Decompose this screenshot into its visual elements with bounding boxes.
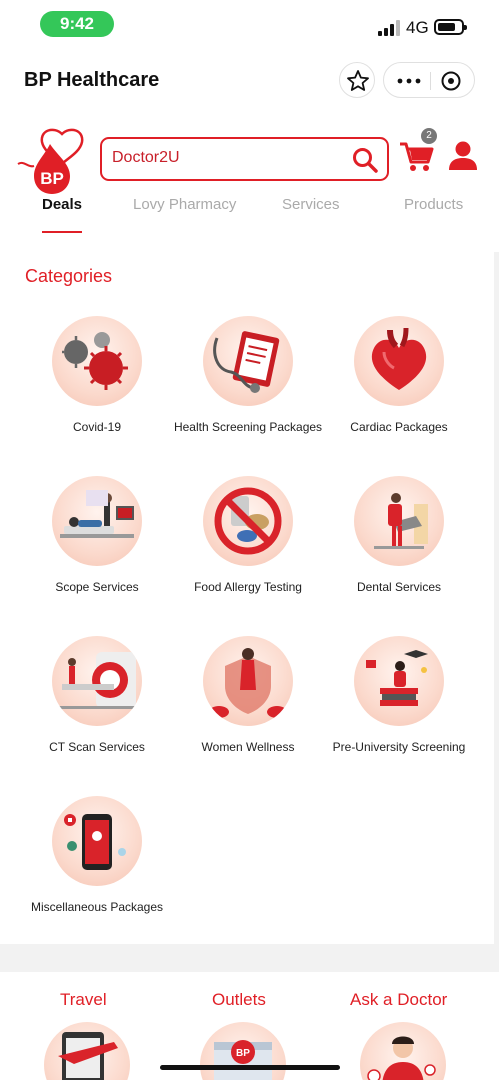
category-label: Miscellaneous Packages bbox=[30, 900, 164, 914]
battery-icon bbox=[434, 19, 467, 35]
cart-badge: 2 bbox=[421, 128, 437, 144]
app-header: BP Healthcare bbox=[0, 48, 499, 112]
category-health-screening[interactable]: Health Screening Packages bbox=[173, 316, 323, 434]
category-covid-19[interactable]: Covid-19 bbox=[22, 316, 172, 434]
category-label: Cardiac Packages bbox=[350, 420, 448, 434]
virus-icon bbox=[52, 316, 142, 406]
star-icon bbox=[347, 70, 369, 91]
more-icon[interactable] bbox=[396, 73, 422, 89]
bp-logo: BP bbox=[17, 128, 84, 194]
bp-building-icon[interactable]: BP bbox=[200, 1022, 286, 1080]
tab-deals[interactable]: Deals bbox=[42, 196, 82, 213]
category-label: Food Allergy Testing bbox=[194, 580, 302, 594]
category-pre-university[interactable]: Pre-University Screening bbox=[324, 636, 474, 754]
ask-a-doctor-link[interactable]: Ask a Doctor bbox=[350, 990, 447, 1010]
active-tab-indicator bbox=[42, 231, 82, 233]
network-type: 4G bbox=[406, 18, 429, 37]
category-label: Women Wellness bbox=[201, 740, 295, 754]
status-time: 9:42 bbox=[40, 11, 114, 37]
no-food-icon bbox=[203, 476, 293, 566]
heart-icon bbox=[354, 316, 444, 406]
search-icon[interactable] bbox=[351, 146, 379, 174]
doctor-headset-icon[interactable] bbox=[360, 1022, 446, 1080]
capsule-divider bbox=[430, 72, 431, 90]
hospital-bed-icon bbox=[52, 476, 142, 566]
app-title: BP Healthcare bbox=[24, 69, 160, 91]
svg-text:BP: BP bbox=[236, 1048, 250, 1059]
outlets-link[interactable]: Outlets bbox=[212, 990, 266, 1010]
status-bar: 9:42 4G bbox=[0, 0, 499, 48]
category-label: Pre-University Screening bbox=[332, 740, 466, 754]
bottom-sections: Travel Outlets Ask a Doctor BP bbox=[0, 972, 499, 1080]
category-cardiac[interactable]: Cardiac Packages bbox=[324, 316, 474, 434]
category-scope-services[interactable]: Scope Services bbox=[22, 476, 172, 594]
category-label: Health Screening Packages bbox=[173, 420, 323, 434]
category-label: CT Scan Services bbox=[49, 740, 145, 754]
categories-section: Categories Covid-19 Health Screening Pac… bbox=[0, 252, 494, 944]
category-label: Scope Services bbox=[55, 580, 139, 594]
ct-scanner-icon bbox=[52, 636, 142, 726]
student-books-icon bbox=[354, 636, 444, 726]
woman-shield-icon bbox=[203, 636, 293, 726]
signal-icon bbox=[378, 20, 400, 36]
categories-title: Categories bbox=[25, 266, 113, 286]
close-icon[interactable] bbox=[440, 70, 462, 92]
svg-text:BP: BP bbox=[40, 169, 64, 188]
category-women-wellness[interactable]: Women Wellness bbox=[173, 636, 323, 754]
category-label: Dental Services bbox=[356, 580, 442, 594]
favorite-button[interactable] bbox=[339, 62, 375, 98]
category-dental[interactable]: Dental Services bbox=[324, 476, 474, 594]
travel-link[interactable]: Travel bbox=[60, 990, 107, 1010]
tab-products[interactable]: Products bbox=[404, 196, 463, 213]
tab-bar: Deals Lovy Pharmacy Services Products bbox=[0, 196, 499, 236]
phone-app-icon bbox=[52, 796, 142, 886]
category-ct-scan[interactable]: CT Scan Services bbox=[22, 636, 172, 754]
user-icon[interactable] bbox=[448, 140, 478, 172]
tab-services[interactable]: Services bbox=[282, 196, 340, 213]
home-indicator bbox=[160, 1065, 340, 1070]
menu-capsule bbox=[383, 62, 475, 98]
category-label: Covid-19 bbox=[72, 420, 122, 434]
dental-chair-icon bbox=[354, 476, 444, 566]
category-food-allergy[interactable]: Food Allergy Testing bbox=[173, 476, 323, 594]
tab-lovy-pharmacy[interactable]: Lovy Pharmacy bbox=[133, 196, 236, 213]
clipboard-stethoscope-icon bbox=[203, 316, 293, 406]
airplane-passport-icon[interactable] bbox=[44, 1022, 130, 1080]
category-miscellaneous[interactable]: Miscellaneous Packages bbox=[22, 796, 172, 914]
search-input[interactable]: Doctor2U bbox=[100, 137, 389, 181]
search-value: Doctor2U bbox=[112, 149, 180, 166]
